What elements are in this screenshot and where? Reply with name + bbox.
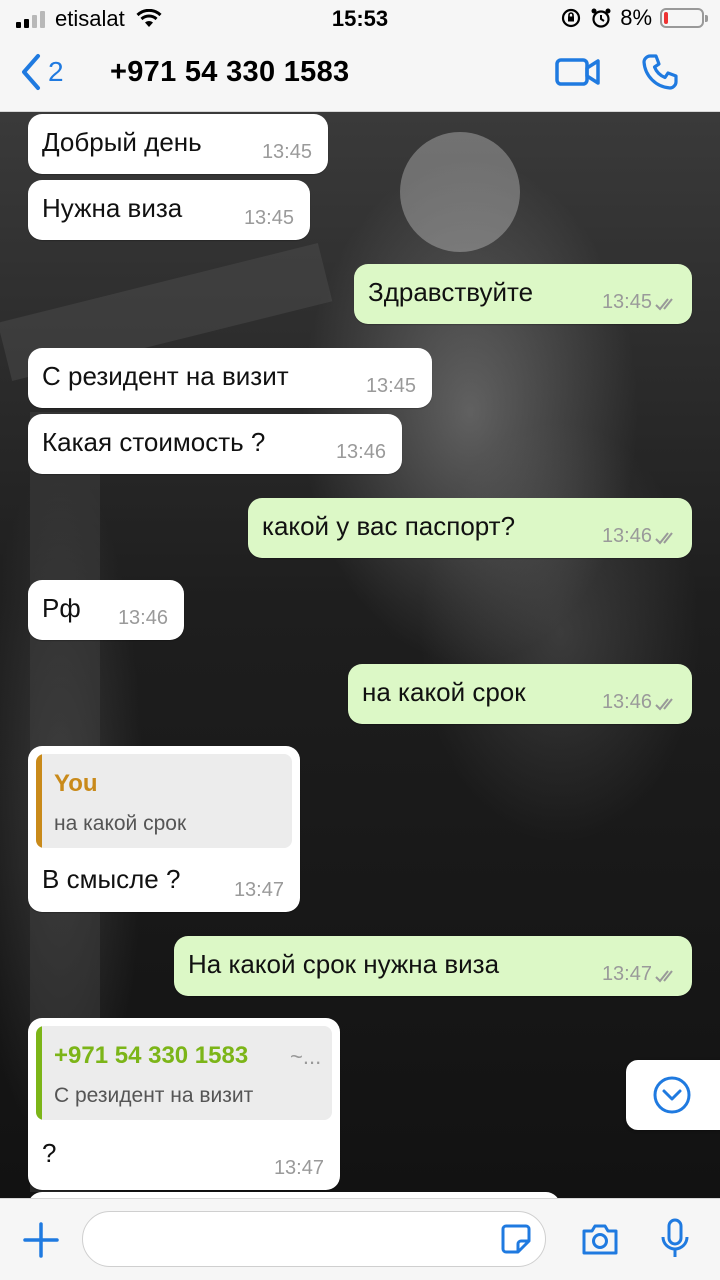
message-text: Нужна виза — [42, 193, 183, 223]
message-time: 13:46 — [601, 691, 652, 713]
message-input[interactable] — [82, 1211, 546, 1267]
message-text: Рф — [42, 593, 81, 623]
camera-icon[interactable] — [580, 1221, 620, 1257]
status-bar: etisalat 15:53 8% — [0, 0, 720, 36]
battery-percent: 8% — [620, 5, 652, 30]
quote-accent-bar — [36, 1026, 42, 1120]
message-bubble-incoming-reply[interactable]: +971 54 330 1583 ~... С резидент на визи… — [28, 1018, 340, 1190]
quote-text: С резидент на визит — [54, 1084, 254, 1107]
message-time: 13:46 — [601, 525, 652, 547]
message-bubble-incoming[interactable]: Добрый день 13:45 — [28, 114, 328, 174]
message-text: Здравствуйте — [368, 277, 534, 307]
quote-author: +971 54 330 1583 — [54, 1042, 249, 1069]
message-bubble-incoming[interactable]: Рф 13:46 — [28, 580, 184, 640]
back-chevron-icon — [22, 54, 40, 90]
message-text: На какой срок нужна виза — [188, 949, 500, 979]
message-time: 13:46 — [335, 441, 386, 463]
message-text: Какая стоимость ? — [42, 427, 266, 457]
message-time: 13:47 — [273, 1157, 324, 1179]
message-bubble-incoming[interactable]: С резидент на визит 13:45 — [28, 348, 432, 408]
wallpaper-figure — [400, 132, 520, 252]
message-bubble-outgoing[interactable]: какой у вас паспорт? 13:46 — [248, 498, 692, 558]
quote-accent-bar — [36, 754, 42, 848]
sticker-icon[interactable] — [500, 1223, 532, 1255]
phone-call-icon[interactable] — [640, 52, 680, 92]
message-time: 13:47 — [601, 963, 652, 985]
microphone-icon[interactable] — [660, 1217, 690, 1261]
plus-icon[interactable] — [22, 1221, 60, 1259]
message-text: В смысле ? — [42, 864, 181, 894]
message-bubble-outgoing[interactable]: на какой срок 13:46 — [348, 664, 692, 724]
message-bubble-incoming[interactable]: Какая стоимость ? 13:46 — [28, 414, 402, 474]
message-time: 13:45 — [261, 141, 312, 163]
message-text: какой у вас паспорт? — [262, 511, 516, 541]
read-receipt-icon — [655, 532, 673, 545]
message-bubble-outgoing[interactable]: Здравствуйте 13:45 — [354, 264, 692, 324]
unread-count: 2 — [48, 56, 64, 87]
message-time: 13:45 — [601, 291, 652, 313]
message-time: 13:46 — [117, 607, 168, 629]
message-bubble-incoming[interactable]: Нужна виза 13:45 — [28, 180, 310, 240]
read-receipt-icon — [655, 298, 673, 311]
video-call-icon[interactable] — [554, 52, 602, 92]
quoted-message[interactable]: +971 54 330 1583 ~... С резидент на визи… — [36, 1026, 332, 1120]
scroll-to-bottom-button[interactable] — [626, 1060, 720, 1130]
orientation-lock-icon — [562, 8, 581, 28]
chat-header: 2 +971 54 330 1583 — [0, 36, 720, 112]
message-text: С резидент на визит — [42, 361, 289, 391]
contact-name[interactable]: +971 54 330 1583 — [110, 56, 349, 89]
message-bubble-outgoing[interactable]: На какой срок нужна виза 13:47 — [174, 936, 692, 996]
message-text: ? — [42, 1138, 57, 1168]
message-bubble-incoming-reply[interactable]: You на какой срок В смысле ? 13:47 — [28, 746, 300, 912]
message-text: на какой срок — [362, 677, 526, 707]
chat-area[interactable]: Добрый день 13:45 Нужна виза 13:45 Здрав… — [0, 112, 720, 1198]
quote-text: на какой срок — [54, 812, 187, 835]
read-receipt-icon — [655, 970, 673, 983]
message-text: Добрый день — [42, 127, 202, 157]
composer-bar — [0, 1198, 720, 1280]
quote-author: You — [54, 770, 98, 797]
message-time: 13:45 — [243, 207, 294, 229]
message-time: 13:47 — [233, 879, 284, 901]
alarm-icon — [591, 8, 611, 28]
back-button[interactable]: 2 — [20, 52, 64, 92]
battery-icon — [660, 8, 708, 28]
message-time: 13:45 — [365, 375, 416, 397]
chevron-down-circle-icon — [653, 1076, 691, 1114]
quote-author-suffix: ~... — [290, 1044, 322, 1069]
quoted-message[interactable]: You на какой срок — [36, 754, 292, 848]
read-receipt-icon — [655, 698, 673, 711]
